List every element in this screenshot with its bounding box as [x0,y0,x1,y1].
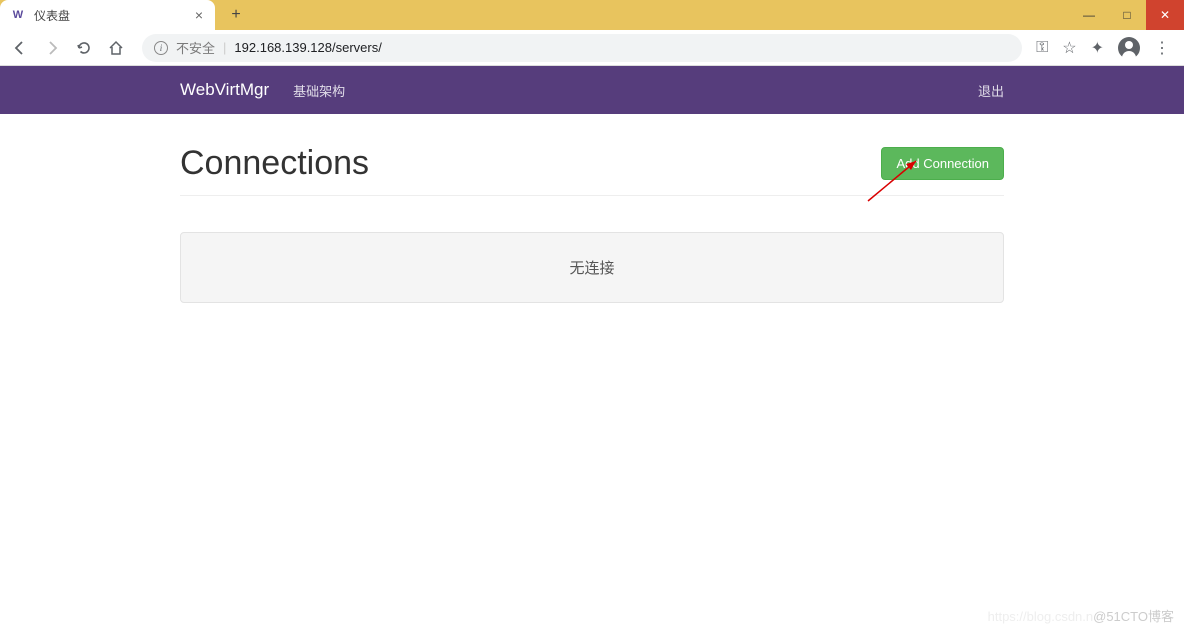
browser-toolbar: i 不安全 | 192.168.139.128/servers/ ⚿ ☆ ✦ ⋮ [0,30,1184,66]
browser-tab-active[interactable]: W 仪表盘 × [0,0,215,30]
window-controls: — □ ✕ [1070,0,1184,30]
watermark-faint: https://blog.csdn.n [988,609,1094,624]
window-maximize-button[interactable]: □ [1108,0,1146,30]
tab-close-icon[interactable]: × [193,7,205,23]
add-connection-button[interactable]: Add Connection [881,147,1004,180]
window-minimize-button[interactable]: — [1070,0,1108,30]
window-close-button[interactable]: ✕ [1146,0,1184,30]
page-header: Connections Add Connection [180,144,1004,196]
app-navbar: WebVirtMgr 基础架构 退出 [0,66,1184,114]
reload-button[interactable] [72,36,96,60]
watermark: https://blog.csdn.n@51CTO博客 [988,606,1174,625]
main-content: Connections Add Connection 无连接 [0,114,1184,303]
empty-state-well: 无连接 [180,232,1004,303]
empty-state-text: 无连接 [569,260,614,277]
saved-password-icon[interactable]: ⚿ [1036,39,1048,57]
profile-avatar-icon[interactable] [1118,37,1140,59]
back-button[interactable] [8,36,32,60]
address-separator: | [223,40,226,55]
brand-logo[interactable]: WebVirtMgr [180,80,269,100]
insecure-label: 不安全 [176,38,215,57]
tab-title: 仪表盘 [34,7,185,24]
new-tab-button[interactable]: + [222,0,250,30]
address-bar[interactable]: i 不安全 | 192.168.139.128/servers/ [142,34,1022,62]
bookmark-star-icon[interactable]: ☆ [1062,38,1076,58]
watermark-text: @51CTO博客 [1093,609,1174,624]
page-title: Connections [180,144,369,183]
extensions-icon[interactable]: ✦ [1091,38,1104,58]
home-button[interactable] [104,36,128,60]
forward-button[interactable] [40,36,64,60]
url-text: 192.168.139.128/servers/ [234,40,381,55]
nav-infrastructure-link[interactable]: 基础架构 [293,81,345,100]
nav-logout-link[interactable]: 退出 [978,81,1004,100]
browser-menu-icon[interactable]: ⋮ [1154,38,1170,58]
tab-favicon-icon: W [10,7,26,23]
toolbar-right: ⚿ ☆ ✦ ⋮ [1036,37,1176,59]
site-info-icon[interactable]: i [154,41,168,55]
